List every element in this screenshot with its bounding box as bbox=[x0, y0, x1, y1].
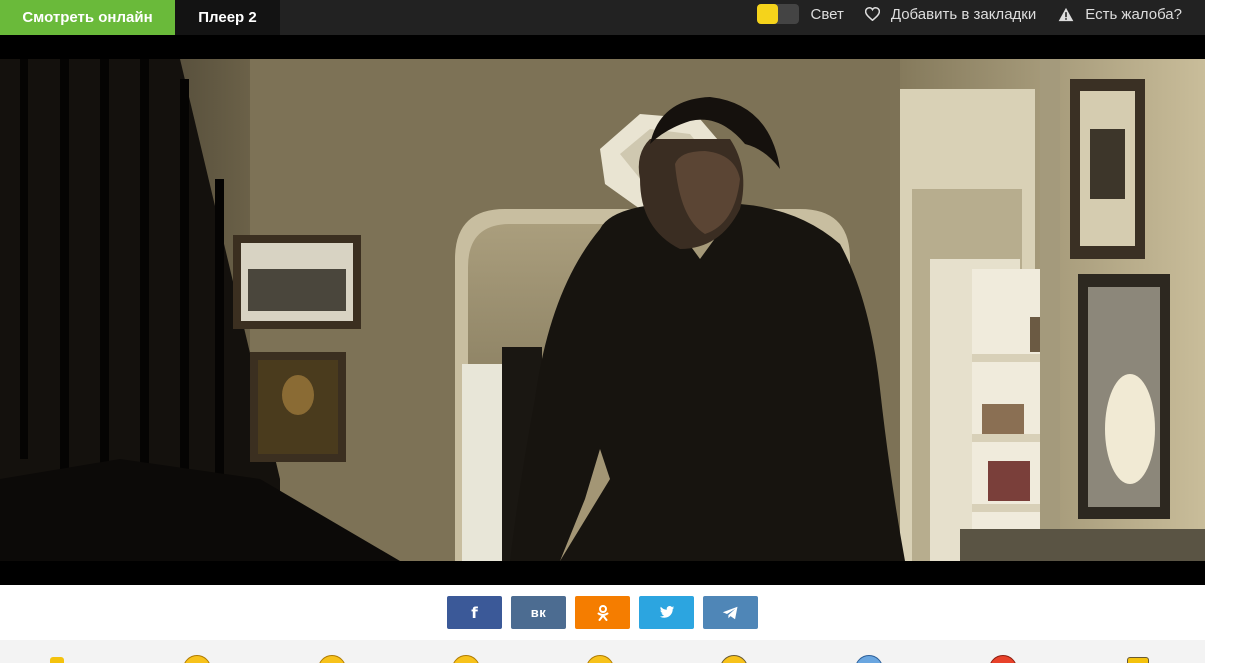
share-vk-button[interactable]: вк bbox=[511, 596, 566, 629]
reaction-laugh[interactable] bbox=[318, 655, 346, 663]
light-switch[interactable] bbox=[756, 4, 799, 24]
share-twitter-button[interactable] bbox=[639, 596, 694, 629]
share-telegram-button[interactable] bbox=[703, 596, 758, 629]
reaction-thumbs-up[interactable] bbox=[50, 657, 64, 663]
odnoklassniki-icon bbox=[597, 604, 608, 621]
reaction-angry[interactable] bbox=[989, 655, 1017, 663]
bookmark-button[interactable]: Добавить в закладки bbox=[864, 5, 1037, 23]
light-label: Свет bbox=[810, 5, 844, 23]
complaint-label: Есть жалоба? bbox=[1085, 5, 1182, 23]
light-switch-knob bbox=[756, 4, 778, 24]
reaction-thumbs-down[interactable] bbox=[1127, 657, 1149, 663]
player-tabs-bar: Смотреть онлайн Плеер 2 Свет Добавить в … bbox=[0, 0, 1205, 35]
reaction-neutral[interactable] bbox=[586, 655, 614, 663]
twitter-icon bbox=[659, 606, 674, 618]
share-bar: f вк bbox=[0, 585, 1205, 640]
bookmark-label: Добавить в закладки bbox=[890, 5, 1037, 23]
video-player[interactable] bbox=[0, 35, 1205, 585]
facebook-icon: f bbox=[471, 603, 478, 622]
reaction-wink[interactable] bbox=[452, 655, 480, 663]
tab-player-2[interactable]: Плеер 2 bbox=[175, 0, 280, 35]
complaint-button[interactable]: Есть жалоба? bbox=[1058, 6, 1182, 23]
reaction-surprised[interactable] bbox=[720, 655, 748, 663]
share-odnoklassniki-button[interactable] bbox=[575, 596, 630, 629]
tab-watch-online[interactable]: Смотреть онлайн bbox=[0, 0, 175, 35]
share-facebook-button[interactable]: f bbox=[447, 596, 502, 629]
vk-icon: вк bbox=[530, 605, 547, 620]
light-toggle[interactable]: Свет bbox=[756, 4, 844, 24]
reaction-cold[interactable] bbox=[855, 655, 883, 663]
reactions-bar bbox=[0, 640, 1205, 663]
page: Смотреть онлайн Плеер 2 Свет Добавить в … bbox=[0, 0, 1205, 663]
player-toolbar: Свет Добавить в закладки Есть жалоба? bbox=[756, 0, 1205, 28]
heart-icon bbox=[864, 7, 880, 21]
right-gutter bbox=[1205, 0, 1240, 663]
video-frame[interactable] bbox=[0, 59, 1205, 561]
telegram-icon bbox=[722, 606, 738, 619]
reaction-smile[interactable] bbox=[183, 655, 211, 663]
warning-icon bbox=[1058, 7, 1074, 21]
